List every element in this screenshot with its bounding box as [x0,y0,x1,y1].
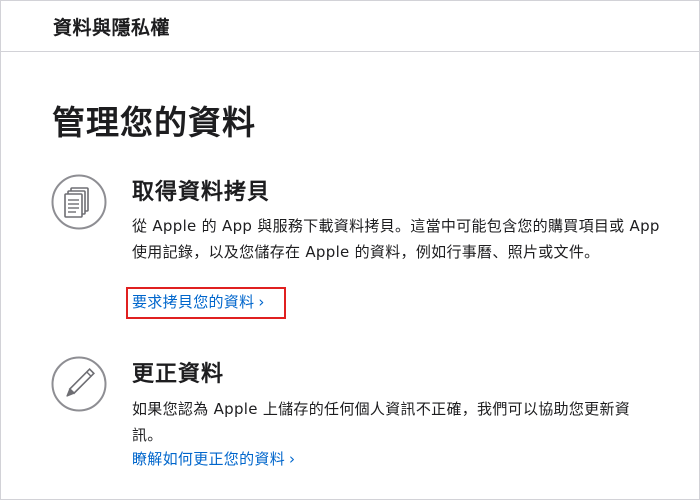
request-data-copy-link[interactable]: 要求拷貝您的資料 › [132,291,265,312]
section-title-correct-data: 更正資料 [132,362,225,387]
page-header: 資料與隱私權 [1,1,699,52]
chevron-right-icon: › [289,450,296,468]
header-title: 資料與隱私權 [53,17,171,39]
learn-correct-data-link[interactable]: 瞭解如何更正您的資料 › [132,448,295,469]
section-description-correct-data: 如果您認為 Apple 上儲存的任何個人資訊不正確，我們可以協助您更新資訊。 [132,400,631,444]
section-title-get-copy: 取得資料拷貝 [132,180,271,205]
section-description-get-copy: 從 Apple 的 App 與服務下載資料拷貝。這當中可能包含您的購買項目或 A… [132,217,660,261]
frame-left-border [0,0,1,500]
page-title: 管理您的資料 [52,103,256,142]
request-data-copy-link-label: 要求拷貝您的資料 [132,293,255,311]
documents-icon [51,174,107,230]
chevron-right-icon: › [258,293,265,311]
pencil-icon [51,356,107,412]
learn-correct-data-link-label: 瞭解如何更正您的資料 [132,450,286,468]
